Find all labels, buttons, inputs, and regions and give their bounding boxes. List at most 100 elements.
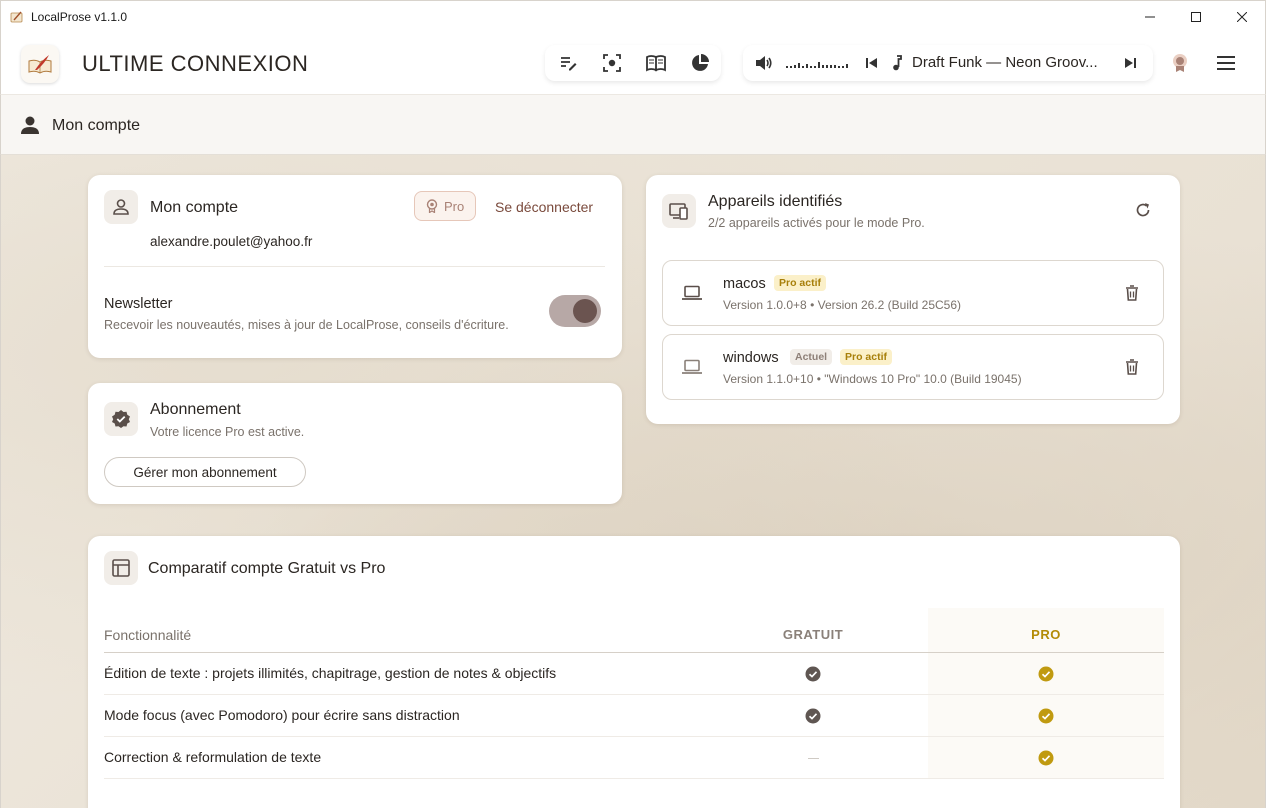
subscription-card: Abonnement Votre licence Pro est active.… bbox=[88, 383, 622, 504]
account-title: Mon compte bbox=[150, 199, 239, 216]
devices-icon-box bbox=[662, 194, 696, 228]
hamburger-menu-icon bbox=[1217, 56, 1235, 70]
main-menu-button[interactable] bbox=[1215, 52, 1237, 74]
laptop-icon bbox=[682, 359, 702, 374]
app-logo-icon bbox=[10, 11, 23, 22]
pro-cell bbox=[928, 652, 1164, 695]
close-button[interactable] bbox=[1219, 1, 1265, 33]
device-name: windows bbox=[723, 350, 779, 366]
quill-logo-icon bbox=[28, 55, 52, 74]
award-small-icon bbox=[426, 199, 438, 213]
subscription-status: Votre licence Pro est active. bbox=[150, 425, 305, 439]
content-area: Mon compte Pro Se déconnecter alexandre.… bbox=[0, 155, 1266, 808]
comparison-icon-box bbox=[104, 551, 138, 585]
table-row: Mode focus (avec Pomodoro) pour écrire s… bbox=[104, 694, 1164, 737]
check-circle-icon bbox=[805, 708, 821, 724]
pro-cell bbox=[928, 694, 1164, 737]
pro-award-button[interactable] bbox=[1169, 52, 1191, 74]
devices-title: Appareils identifiés bbox=[708, 193, 843, 210]
devices-subtitle: 2/2 appareils activés pour le mode Pro. bbox=[708, 216, 925, 230]
check-circle-icon bbox=[805, 666, 821, 682]
toggle-knob bbox=[573, 299, 597, 323]
pro-cell bbox=[928, 736, 1164, 779]
pro-badge-label: Pro bbox=[444, 198, 465, 214]
account-email: alexandre.poulet@yahoo.fr bbox=[150, 234, 313, 249]
app-title: ULTIME CONNEXION bbox=[82, 51, 309, 76]
comparison-title: Comparatif compte Gratuit vs Pro bbox=[148, 560, 386, 577]
feature-label: Édition de texte : projets illimités, ch… bbox=[104, 652, 698, 695]
page-header: Mon compte bbox=[0, 95, 1266, 155]
verified-badge-icon bbox=[112, 410, 130, 428]
app-header: ULTIME CONNEXION Draft Funk — Neon Groov… bbox=[0, 32, 1266, 95]
pro-badge: Pro bbox=[414, 191, 477, 221]
logout-button[interactable]: Se déconnecter bbox=[495, 199, 593, 215]
person-outline-icon bbox=[113, 199, 129, 215]
person-icon bbox=[21, 116, 39, 134]
laptop-icon bbox=[682, 285, 702, 300]
statistics-button[interactable] bbox=[690, 53, 710, 73]
newsletter-toggle[interactable] bbox=[549, 295, 601, 327]
account-card: Mon compte Pro Se déconnecter alexandre.… bbox=[88, 175, 622, 358]
volume-icon[interactable] bbox=[755, 55, 773, 71]
page-title: Mon compte bbox=[52, 117, 141, 134]
volume-level-bar[interactable] bbox=[786, 59, 850, 69]
edit-notes-icon bbox=[561, 57, 577, 71]
window-titlebar: LocalProse v1.1.0 bbox=[0, 0, 1266, 32]
track-title: Draft Funk — Neon Groov... bbox=[912, 54, 1098, 71]
table-icon bbox=[112, 559, 130, 577]
window-controls bbox=[1127, 1, 1265, 33]
free-cell bbox=[698, 736, 928, 779]
book-open-icon bbox=[646, 55, 666, 72]
newsletter-description: Recevoir les nouveautés, mises à jour de… bbox=[104, 318, 509, 332]
focus-icon bbox=[603, 54, 621, 72]
editor-button[interactable] bbox=[558, 53, 578, 73]
toolbar-group bbox=[545, 45, 721, 81]
free-cell bbox=[698, 652, 928, 695]
devices-icon bbox=[669, 203, 688, 220]
trash-icon[interactable] bbox=[1125, 285, 1139, 301]
check-circle-gold-icon bbox=[1038, 708, 1054, 724]
device-tag-pro-active: Pro actif bbox=[774, 275, 827, 291]
device-version: Version 1.0.0+8 • Version 26.2 (Build 25… bbox=[723, 298, 962, 312]
minimize-button[interactable] bbox=[1127, 1, 1173, 33]
table-header-row: Fonctionnalité GRATUIT PRO bbox=[104, 608, 1164, 653]
free-cell bbox=[698, 694, 928, 737]
devices-card: Appareils identifiés 2/2 appareils activ… bbox=[646, 175, 1180, 424]
award-icon bbox=[1173, 54, 1187, 72]
trash-icon[interactable] bbox=[1125, 359, 1139, 375]
window-title: LocalProse v1.1.0 bbox=[31, 9, 128, 24]
feature-label: Correction & reformulation de texte bbox=[104, 736, 698, 779]
device-item-macos: macos Pro actif Version 1.0.0+8 • Versio… bbox=[662, 260, 1164, 326]
device-tag-current: Actuel bbox=[790, 349, 833, 365]
device-item-windows: windows Actuel Pro actif Version 1.1.0+1… bbox=[662, 334, 1164, 400]
manage-subscription-button[interactable]: Gérer mon abonnement bbox=[104, 457, 306, 487]
table-row: Correction & reformulation de texte bbox=[104, 736, 1164, 779]
check-circle-gold-icon bbox=[1038, 750, 1054, 766]
music-note-icon bbox=[893, 55, 902, 71]
device-tag-pro-active: Pro actif bbox=[840, 349, 893, 365]
table-row: Édition de texte : projets illimités, ch… bbox=[104, 652, 1164, 695]
account-icon-box bbox=[104, 190, 138, 224]
previous-track-icon[interactable] bbox=[866, 57, 878, 69]
newsletter-label: Newsletter bbox=[104, 296, 173, 312]
comparison-table: Fonctionnalité GRATUIT PRO Édition de te… bbox=[104, 608, 1164, 779]
refresh-icon[interactable] bbox=[1135, 202, 1151, 218]
account-divider bbox=[104, 266, 605, 267]
subscription-title: Abonnement bbox=[150, 401, 241, 418]
library-button[interactable] bbox=[646, 53, 666, 73]
column-feature: Fonctionnalité bbox=[104, 608, 698, 653]
next-track-icon[interactable] bbox=[1124, 57, 1136, 69]
maximize-button[interactable] bbox=[1173, 1, 1219, 33]
device-name: macos bbox=[723, 276, 766, 292]
app-logo[interactable] bbox=[21, 45, 59, 83]
comparison-card: Comparatif compte Gratuit vs Pro Fonctio… bbox=[88, 536, 1180, 808]
device-version: Version 1.1.0+10 • "Windows 10 Pro" 10.0… bbox=[723, 372, 1022, 386]
column-free: GRATUIT bbox=[698, 608, 928, 653]
maximize-icon bbox=[1191, 12, 1201, 22]
focus-button[interactable] bbox=[602, 53, 622, 73]
minimize-icon bbox=[1145, 16, 1155, 18]
check-circle-gold-icon bbox=[1038, 666, 1054, 682]
subscription-icon-box bbox=[104, 402, 138, 436]
not-included-dash bbox=[807, 757, 819, 759]
column-pro: PRO bbox=[928, 608, 1164, 653]
